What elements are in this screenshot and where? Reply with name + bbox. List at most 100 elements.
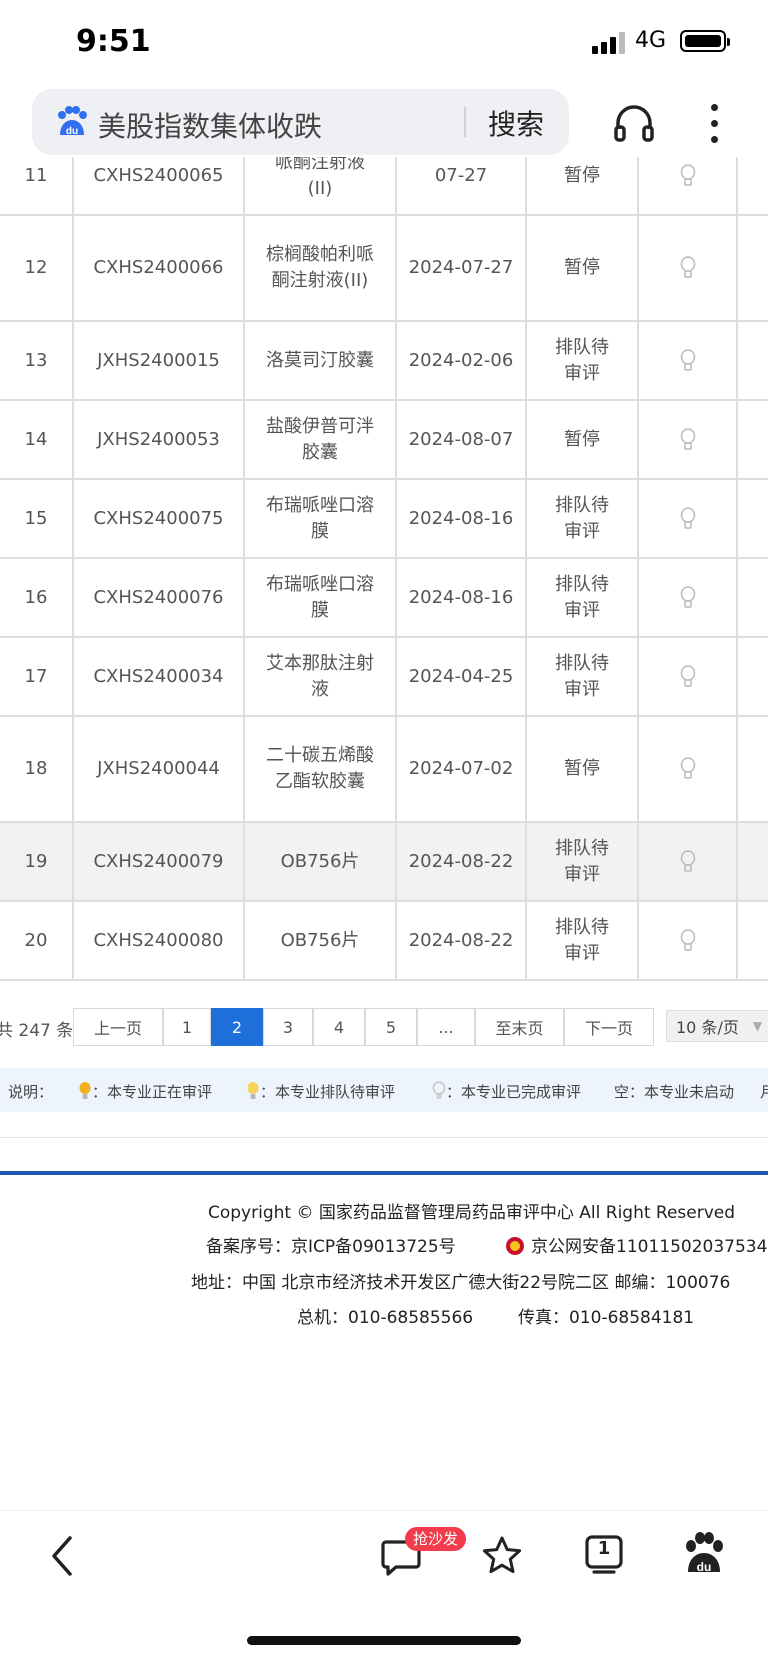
- extra-column: [738, 559, 768, 636]
- battery-icon: [680, 30, 730, 52]
- drug-name: 盐酸伊普可泮胶囊: [245, 401, 397, 478]
- row-number: 12: [0, 216, 74, 320]
- legend-item-empty: 空：本专业未启动: [614, 1083, 735, 1101]
- drug-name: 布瑞哌唑口溶膜: [245, 559, 397, 636]
- svg-text:du: du: [697, 1560, 712, 1574]
- extra-column: [738, 902, 768, 979]
- extra-column: [738, 216, 768, 320]
- review-status: 排队待审评: [527, 638, 639, 715]
- last-page-button[interactable]: 至末页: [475, 1008, 564, 1046]
- baidu-home-icon[interactable]: du: [683, 1532, 725, 1578]
- page-button-3[interactable]: 3: [263, 1008, 313, 1046]
- bulb-icon: [639, 322, 738, 399]
- submit-date: 2024-08-22: [397, 902, 527, 979]
- page-size-label: 10 条/页: [676, 1018, 739, 1037]
- acceptance-code[interactable]: CXHS2400066: [74, 216, 245, 320]
- page-button-5[interactable]: 5: [365, 1008, 417, 1046]
- review-table: 11 CXHS2400065 哌酮注射液(II) 07-27 暂停 12 CXH…: [0, 157, 768, 982]
- search-divider: [464, 107, 466, 137]
- table-row: 14 JXHS2400053 盐酸伊普可泮胶囊 2024-08-07 暂停: [0, 401, 768, 480]
- prev-page-button[interactable]: 上一页: [73, 1008, 163, 1046]
- acceptance-code[interactable]: CXHS2400034: [74, 638, 245, 715]
- bulb-icon: [639, 638, 738, 715]
- drug-name: 哌酮注射液(II): [245, 157, 397, 214]
- legend-bar: 说明： ：本专业正在审评 ：本专业排队待审评 ：本专业已完成审评 空：本专业未启…: [0, 1068, 768, 1112]
- submit-date: 2024-07-27: [397, 216, 527, 320]
- back-icon[interactable]: [48, 1534, 76, 1578]
- page-button-1[interactable]: 1: [163, 1008, 211, 1046]
- legend-label: 说明：: [8, 1083, 54, 1101]
- acceptance-code[interactable]: JXHS2400015: [74, 322, 245, 399]
- review-status: 暂停: [527, 216, 639, 320]
- comment-badge: 抢沙发: [405, 1527, 467, 1551]
- icp-text[interactable]: 备案序号：京ICP备09013725号: [206, 1232, 456, 1257]
- review-status: 排队待审评: [527, 823, 639, 900]
- table-row: 17 CXHS2400034 艾本那肽注射液 2024-04-25 排队待审评: [0, 638, 768, 717]
- tabs-icon[interactable]: 1: [584, 1534, 624, 1576]
- acceptance-code[interactable]: CXHS2400076: [74, 559, 245, 636]
- bulb-icon: [639, 559, 738, 636]
- submit-date: 2024-08-22: [397, 823, 527, 900]
- acceptance-code[interactable]: JXHS2400044: [74, 717, 245, 821]
- phone-text: 总机：010-68585566: [297, 1308, 474, 1328]
- legend-text: ：本专业正在审评: [92, 1083, 213, 1101]
- page-size-select[interactable]: 10 条/页 ▼: [666, 1010, 768, 1042]
- acceptance-code[interactable]: JXHS2400053: [74, 401, 245, 478]
- drug-name: 艾本那肽注射液: [245, 638, 397, 715]
- submit-date: 2024-08-07: [397, 401, 527, 478]
- bulb-icon: [639, 902, 738, 979]
- home-indicator[interactable]: [247, 1636, 521, 1645]
- total-count: 共 247 条: [0, 1021, 74, 1041]
- acceptance-code[interactable]: CXHS2400079: [74, 823, 245, 900]
- fax-text: 传真：010-68584181: [518, 1308, 695, 1328]
- submit-date: 2024-07-02: [397, 717, 527, 821]
- police-badge-icon: [506, 1237, 524, 1255]
- bulb-icon: [247, 1082, 259, 1099]
- review-status: 暂停: [527, 717, 639, 821]
- acceptance-code[interactable]: CXHS2400075: [74, 480, 245, 557]
- submit-date: 2024-02-06: [397, 322, 527, 399]
- table-row: 18 JXHS2400044 二十碳五烯酸乙酯软胶囊 2024-07-02 暂停: [0, 717, 768, 823]
- legend-item-tail: 月: [760, 1083, 768, 1101]
- row-number: 19: [0, 823, 74, 900]
- extra-column: [738, 717, 768, 821]
- acceptance-code[interactable]: CXHS2400065: [74, 157, 245, 214]
- page-button-2[interactable]: 2: [211, 1008, 263, 1046]
- drug-name: 洛莫司汀胶囊: [245, 322, 397, 399]
- extra-column: [738, 322, 768, 399]
- drug-name: 二十碳五烯酸乙酯软胶囊: [245, 717, 397, 821]
- extra-column: [738, 480, 768, 557]
- row-number: 14: [0, 401, 74, 478]
- page-button-4[interactable]: 4: [313, 1008, 365, 1046]
- svg-text:du: du: [66, 126, 78, 137]
- row-number: 15: [0, 480, 74, 557]
- table-row: 12 CXHS2400066 棕榈酸帕利哌酮注射液(II) 2024-07-27…: [0, 216, 768, 322]
- extra-column: [738, 823, 768, 900]
- row-number: 11: [0, 157, 74, 214]
- legend-item-completed: ：本专业已完成审评: [432, 1081, 581, 1102]
- row-number: 16: [0, 559, 74, 636]
- bulb-icon: [79, 1082, 91, 1099]
- bulb-icon: [639, 157, 738, 214]
- submit-date: 07-27: [397, 157, 527, 214]
- star-icon[interactable]: [480, 1534, 524, 1578]
- search-input[interactable]: 美股指数集体收跌: [98, 105, 322, 145]
- police-record[interactable]: 京公网安备11011502037534号: [505, 1232, 768, 1257]
- row-number: 18: [0, 717, 74, 821]
- footer-divider: [0, 1171, 768, 1175]
- more-menu-icon[interactable]: [704, 100, 724, 146]
- network-label: 4G: [635, 28, 667, 53]
- search-bar[interactable]: du 美股指数集体收跌 搜索: [32, 89, 569, 155]
- headphone-icon[interactable]: [612, 101, 656, 145]
- search-button[interactable]: 搜索: [488, 103, 544, 143]
- table-row: 11 CXHS2400065 哌酮注射液(II) 07-27 暂停: [0, 157, 768, 216]
- next-page-button[interactable]: 下一页: [564, 1008, 654, 1046]
- bulb-icon: [639, 717, 738, 821]
- legend-text: ：本专业排队待审评: [260, 1083, 396, 1101]
- bulb-icon: [639, 216, 738, 320]
- copyright-text: Copyright © 国家药品监督管理局药品审评中心 All Right Re…: [208, 1203, 736, 1223]
- acceptance-code[interactable]: CXHS2400080: [74, 902, 245, 979]
- submit-date: 2024-08-16: [397, 480, 527, 557]
- bulb-icon: [432, 1081, 446, 1099]
- drug-name: OB756片: [245, 823, 397, 900]
